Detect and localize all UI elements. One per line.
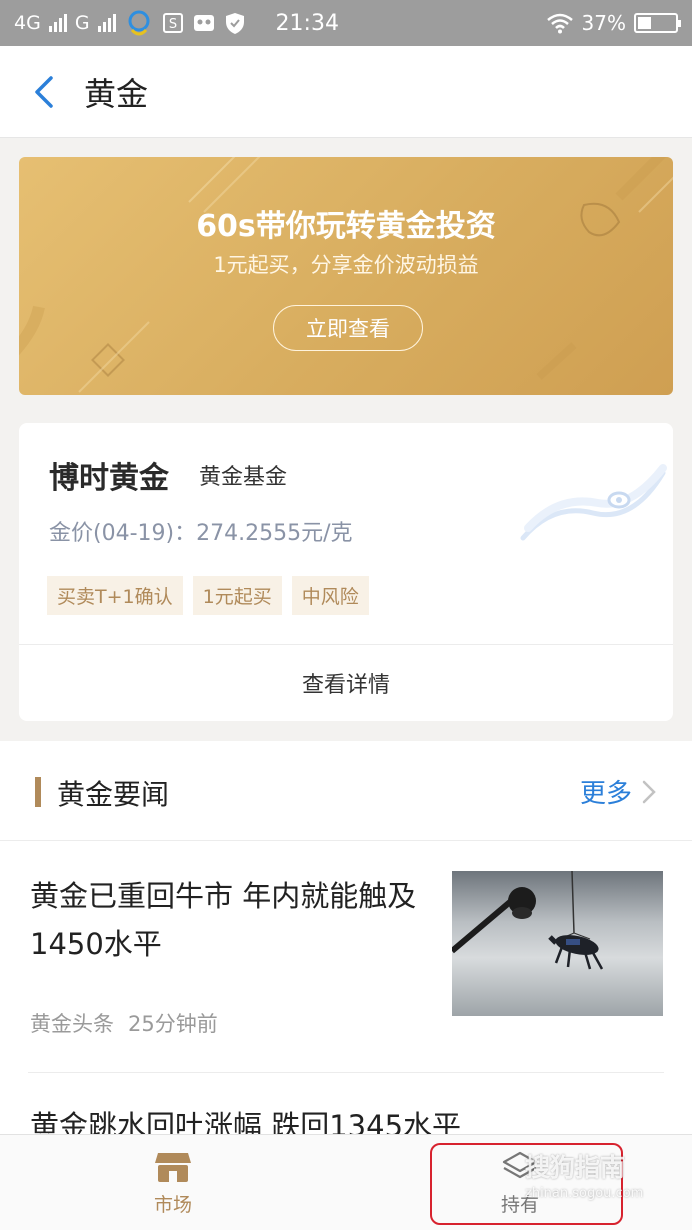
article-thumbnail [452,871,663,1016]
news-section-title: 黄金要闻 [57,778,170,811]
watermark-text: 搜狗指南 [525,1153,626,1182]
page-title: 黄金 [84,74,149,113]
signal-strength-icon [48,14,67,32]
chevron-left-icon [35,75,53,108]
tag-risk-level: 中风险 [291,576,369,615]
s-app-icon: S [162,12,184,34]
battery-icon [634,13,681,33]
view-details-button[interactable]: 查看详情 [19,645,673,721]
gold-price: 金价(04-19)：274.2555元/克 [49,521,353,546]
news-section: 黄金要闻 更多 黄金已重回牛市 年内就能触及1450水平 黄金头条 25分钟前 [0,741,692,1135]
article-headline: 黄金已重回牛市 年内就能触及1450水平 [30,879,417,961]
article-meta: 黄金头条 25分钟前 [30,1008,218,1038]
article-time: 25分钟前 [128,1012,218,1036]
section-marker [35,777,41,807]
news-article[interactable]: 黄金已重回牛市 年内就能触及1450水平 黄金头条 25分钟前 [0,842,692,1072]
tab-market[interactable]: 市场 [73,1135,273,1230]
photo-app-icon [192,12,216,34]
svg-text:S: S [168,17,176,32]
tag-min-purchase: 1元起买 [192,576,282,615]
product-tags: 买卖T+1确认 1元起买 中风险 [47,576,369,615]
network-type-1: 4G [14,12,41,34]
back-button[interactable] [14,62,74,122]
article-divider [28,1072,664,1073]
promo-banner[interactable]: 60s带你玩转黄金投资 1元起买，分享金价波动损益 立即查看 [19,157,673,395]
bull-crane-photo [452,871,604,970]
battery-percent: 37% [581,11,626,35]
shield-icon [224,11,246,35]
tab-market-label: 市场 [153,1193,192,1216]
product-card[interactable]: 博时黄金 黄金基金 金价(04-19)：274.2555元/克 买卖T+1确认 … [19,423,673,721]
wifi-icon [546,12,574,34]
watermark-url: zhinan.sogou.com [525,1186,644,1201]
network-type-2: G [74,12,90,34]
banner-title: 60s带你玩转黄金投资 [196,209,496,244]
product-name: 博时黄金 [49,461,169,496]
route-decoration-icon [520,464,667,541]
clock: 21:34 [275,10,339,36]
product-type: 黄金基金 [199,465,288,490]
news-article-2[interactable]: 黄金跳水回吐涨幅 跌回1345水平 [30,1103,461,1135]
watermark: 搜狗指南 zhinan.sogou.com [525,1148,643,1201]
article-source: 黄金头条 [30,1012,114,1036]
store-icon [155,1152,191,1182]
assistant-icon [124,8,154,38]
more-label: 更多 [579,779,632,809]
tag-settlement: 买卖T+1确认 [47,576,183,615]
more-news-button[interactable]: 更多 [580,773,656,810]
news-header: 黄金要闻 更多 [0,741,692,841]
status-bar: 4G G S 21:34 37% [0,0,692,46]
signal-strength-icon-2 [97,14,116,32]
banner-subtitle: 1元起买，分享金价波动损益 [213,253,479,277]
view-now-button[interactable]: 立即查看 [273,305,423,351]
nav-bar: 黄金 [0,46,692,138]
chevron-right-icon [642,780,656,803]
